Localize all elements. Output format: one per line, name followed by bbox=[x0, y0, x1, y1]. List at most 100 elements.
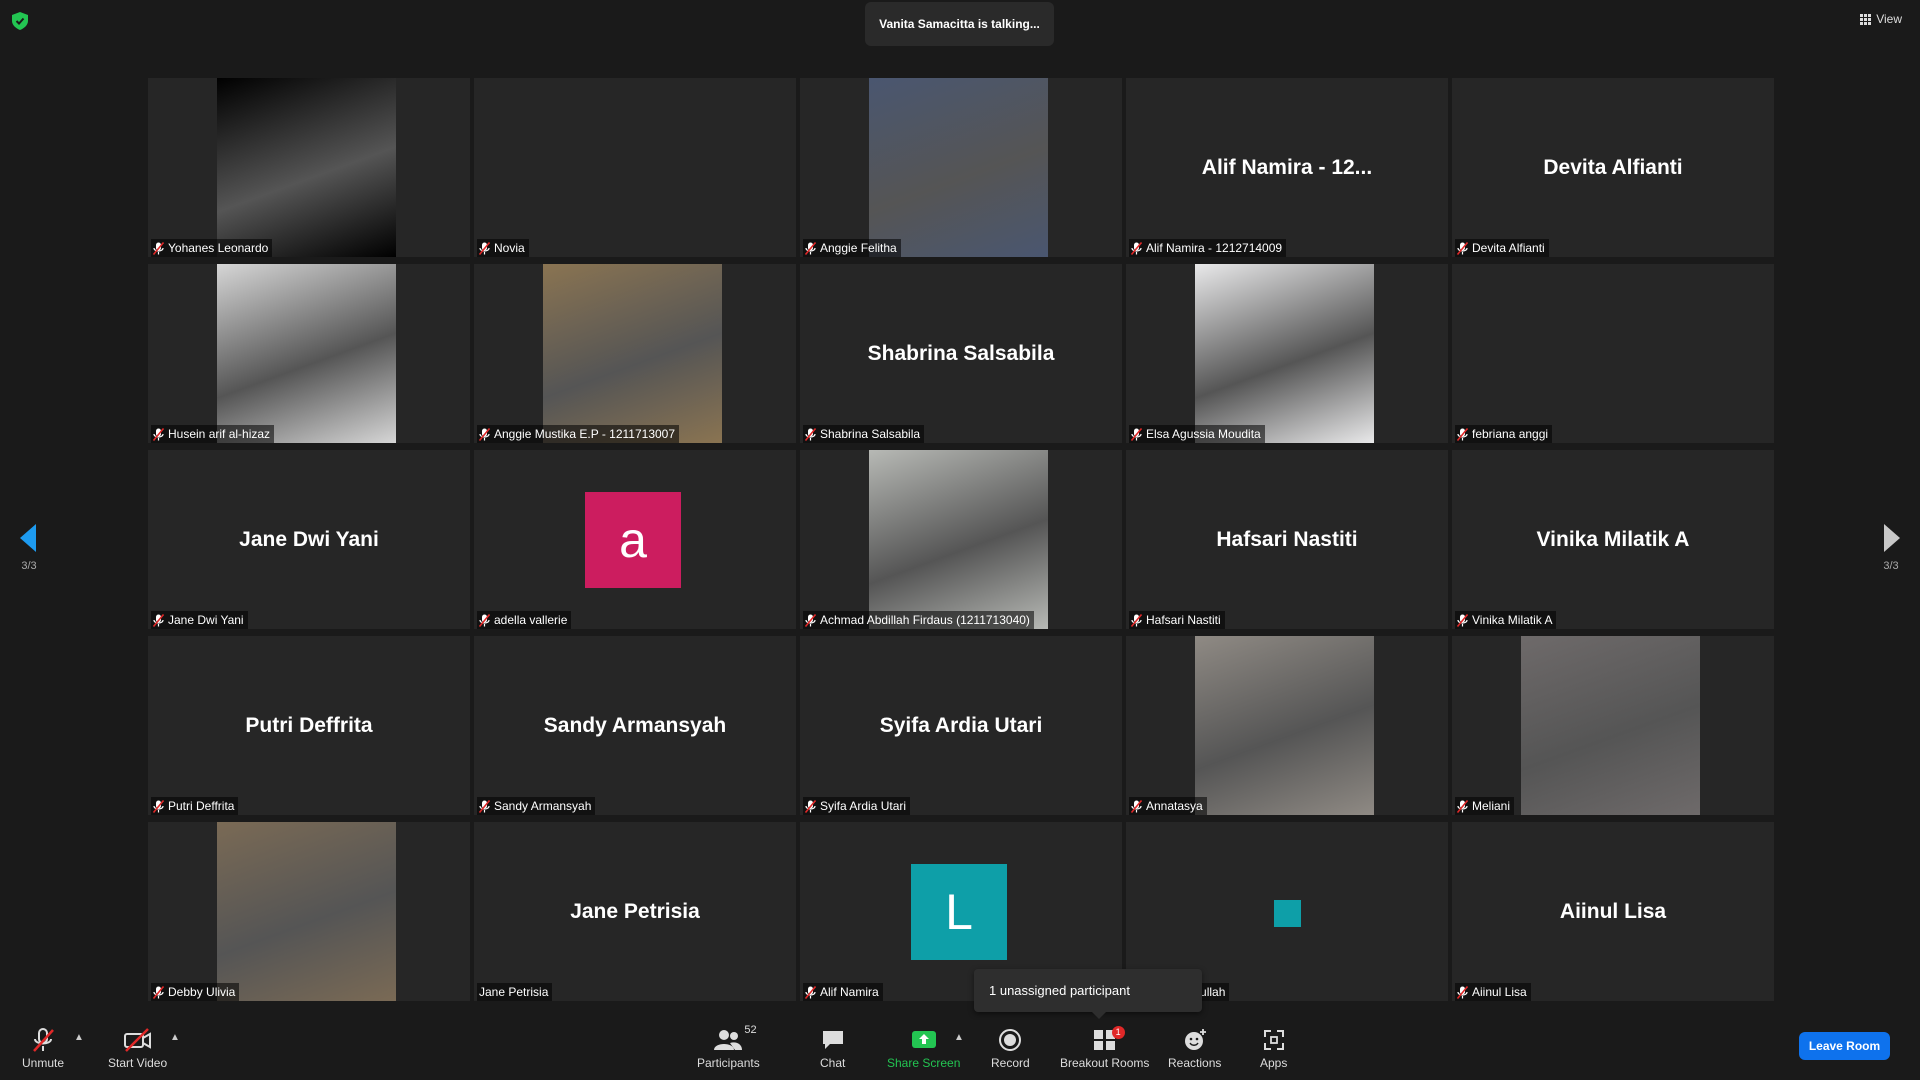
participant-tile[interactable]: Annatasya bbox=[1126, 636, 1448, 815]
participant-nameplate: Anggie Felitha bbox=[803, 239, 901, 257]
security-shield-icon[interactable] bbox=[12, 12, 28, 30]
tooltip-text: 1 unassigned participant bbox=[989, 983, 1130, 998]
participant-video bbox=[869, 78, 1048, 257]
unmute-button[interactable]: Unmute bbox=[22, 1026, 64, 1070]
right-arrow-icon bbox=[1884, 524, 1900, 552]
previous-page-button[interactable]: 3/3 bbox=[14, 524, 44, 572]
participant-video bbox=[217, 264, 396, 443]
muted-microphone-icon bbox=[1457, 985, 1468, 999]
active-speaker-text: Vanita Samacitta is talking... bbox=[879, 17, 1040, 31]
participant-tile[interactable]: Novia bbox=[474, 78, 796, 257]
participant-tile[interactable]: Syifa Ardia Utari Syifa Ardia Utari bbox=[800, 636, 1122, 815]
participants-button[interactable]: 52 Participants bbox=[697, 1024, 760, 1070]
participant-name: Annatasya bbox=[1146, 799, 1203, 813]
participant-tile[interactable]: febriana anggi bbox=[1452, 264, 1774, 443]
participant-tile[interactable]: Yohanes Leonardo bbox=[148, 78, 470, 257]
chat-button[interactable]: Chat bbox=[820, 1026, 845, 1070]
participant-tile[interactable]: Jane Petrisia Jane Petrisia bbox=[474, 822, 796, 1001]
participant-display-name: Sandy Armansyah bbox=[543, 713, 727, 737]
record-button[interactable]: Record bbox=[991, 1026, 1030, 1070]
participant-nameplate: Alif Namira - 1212714009 bbox=[1129, 239, 1287, 257]
participant-tile[interactable]: Shabrina Salsabila Shabrina Salsabila bbox=[800, 264, 1122, 443]
participant-nameplate: Sandy Armansyah bbox=[477, 797, 596, 815]
participant-tile[interactable]: Alif Namira - 12... Alif Namira - 1212714… bbox=[1126, 78, 1448, 257]
leave-room-label: Leave Room bbox=[1808, 1039, 1881, 1053]
participant-avatar: a bbox=[585, 492, 681, 588]
reactions-label: Reactions bbox=[1168, 1056, 1222, 1070]
participant-display-name: Syifa Ardia Utari bbox=[879, 713, 1043, 737]
participants-label: Participants bbox=[697, 1056, 760, 1070]
participant-tile[interactable]: Achmad Abdillah Firdaus (1211713040) bbox=[800, 450, 1122, 629]
participant-nameplate: Hafsari Nastiti bbox=[1129, 611, 1225, 629]
participant-tile[interactable]: Anggie Felitha bbox=[800, 78, 1122, 257]
participant-nameplate: Jane Dwi Yani bbox=[151, 611, 248, 629]
muted-microphone-icon bbox=[153, 799, 164, 813]
participant-nameplate: Achmad Abdillah Firdaus (1211713040) bbox=[803, 611, 1034, 629]
participant-name: Vinika Milatik A bbox=[1472, 613, 1553, 627]
participant-tile[interactable]: Elsa Agussia Moudita bbox=[1126, 264, 1448, 443]
participant-tile[interactable]: Husein arif al-hizaz bbox=[148, 264, 470, 443]
muted-microphone-icon bbox=[805, 799, 816, 813]
participant-tile[interactable]: Hafsari Nastiti Hafsari Nastiti bbox=[1126, 450, 1448, 629]
muted-microphone-icon bbox=[1457, 241, 1468, 255]
reactions-button[interactable]: Reactions bbox=[1168, 1026, 1221, 1070]
muted-microphone-icon bbox=[479, 241, 490, 255]
participant-video bbox=[869, 450, 1048, 629]
participant-name: Aiinul Lisa bbox=[1472, 985, 1527, 999]
muted-microphone-icon bbox=[805, 241, 816, 255]
participant-name: Achmad Abdillah Firdaus (1211713040) bbox=[820, 613, 1030, 627]
share-screen-icon bbox=[911, 1031, 936, 1048]
participant-tile[interactable]: Aiinul Lisa Aiinul Lisa bbox=[1452, 822, 1774, 1001]
participant-name: Jane Dwi Yani bbox=[168, 613, 244, 627]
participant-tile[interactable]: Vinika Milatik A Vinika Milatik A bbox=[1452, 450, 1774, 629]
right-page-indicator: 3/3 bbox=[1883, 560, 1899, 572]
meeting-toolbar: Unmute ▲ Start Video ▲ 52 Participants C… bbox=[0, 1020, 1920, 1080]
participant-tile[interactable]: Sandy Armansyah Sandy Armansyah bbox=[474, 636, 796, 815]
share-options-caret-icon[interactable]: ▲ bbox=[954, 1032, 964, 1043]
participant-tile[interactable]: Putri Deffrita Putri Deffrita bbox=[148, 636, 470, 815]
start-video-button[interactable]: Start Video bbox=[108, 1026, 167, 1070]
participant-name: Alif Namira - 1212714009 bbox=[1146, 241, 1283, 255]
grid-view-icon bbox=[1860, 13, 1872, 25]
participant-name: Yohanes Leonardo bbox=[168, 241, 269, 255]
participant-video bbox=[1521, 636, 1700, 815]
participants-count: 52 bbox=[744, 1024, 757, 1036]
participant-name: Devita Alfianti bbox=[1472, 241, 1545, 255]
participant-tile[interactable]: Jane Dwi Yani Jane Dwi Yani bbox=[148, 450, 470, 629]
apps-button[interactable]: Apps bbox=[1260, 1026, 1287, 1070]
leave-room-button[interactable]: Leave Room bbox=[1799, 1032, 1890, 1060]
participant-video bbox=[1195, 264, 1374, 443]
stopped-video-icon bbox=[123, 1028, 151, 1052]
muted-microphone-icon bbox=[479, 613, 490, 627]
participant-tile[interactable]: Devita Alfianti Devita Alfianti bbox=[1452, 78, 1774, 257]
view-button[interactable]: View bbox=[1860, 12, 1902, 26]
muted-microphone-icon bbox=[1131, 613, 1142, 627]
participant-display-name: Shabrina Salsabila bbox=[867, 341, 1055, 365]
participant-display-name: Hafsari Nastiti bbox=[1216, 527, 1358, 551]
participant-tile[interactable]: Meliani bbox=[1452, 636, 1774, 815]
participant-nameplate: Elsa Agussia Moudita bbox=[1129, 425, 1265, 443]
video-options-caret-icon[interactable]: ▲ bbox=[170, 1032, 180, 1043]
participant-nameplate: Anggie Mustika E.P - 1211713007 bbox=[477, 425, 680, 443]
participant-tile[interactable]: Debby Ulivia bbox=[148, 822, 470, 1001]
participant-name: Elsa Agussia Moudita bbox=[1146, 427, 1261, 441]
participant-display-name: Jane Dwi Yani bbox=[239, 527, 379, 551]
next-page-button[interactable]: 3/3 bbox=[1876, 524, 1906, 572]
participant-display-name: Jane Petrisia bbox=[570, 899, 700, 923]
participant-display-name: Devita Alfianti bbox=[1543, 155, 1683, 179]
muted-microphone-icon bbox=[1131, 799, 1142, 813]
audio-options-caret-icon[interactable]: ▲ bbox=[74, 1032, 84, 1043]
muted-microphone-icon bbox=[153, 613, 164, 627]
participant-nameplate: Annatasya bbox=[1129, 797, 1207, 815]
participant-display-name: Vinika Milatik A bbox=[1536, 527, 1690, 551]
participant-tile[interactable]: a adella vallerie bbox=[474, 450, 796, 629]
participant-name: Alif Namira bbox=[820, 985, 879, 999]
participant-video bbox=[217, 822, 396, 1001]
breakout-rooms-button[interactable]: 1 Breakout Rooms bbox=[1060, 1026, 1149, 1070]
muted-microphone-icon bbox=[1457, 427, 1468, 441]
participant-nameplate: Jane Petrisia bbox=[477, 983, 553, 1001]
participant-tile[interactable]: Anggie Mustika E.P - 1211713007 bbox=[474, 264, 796, 443]
share-screen-button[interactable]: Share Screen bbox=[887, 1026, 960, 1070]
participant-nameplate: Putri Deffrita bbox=[151, 797, 239, 815]
participant-name: Husein arif al-hizaz bbox=[168, 427, 271, 441]
